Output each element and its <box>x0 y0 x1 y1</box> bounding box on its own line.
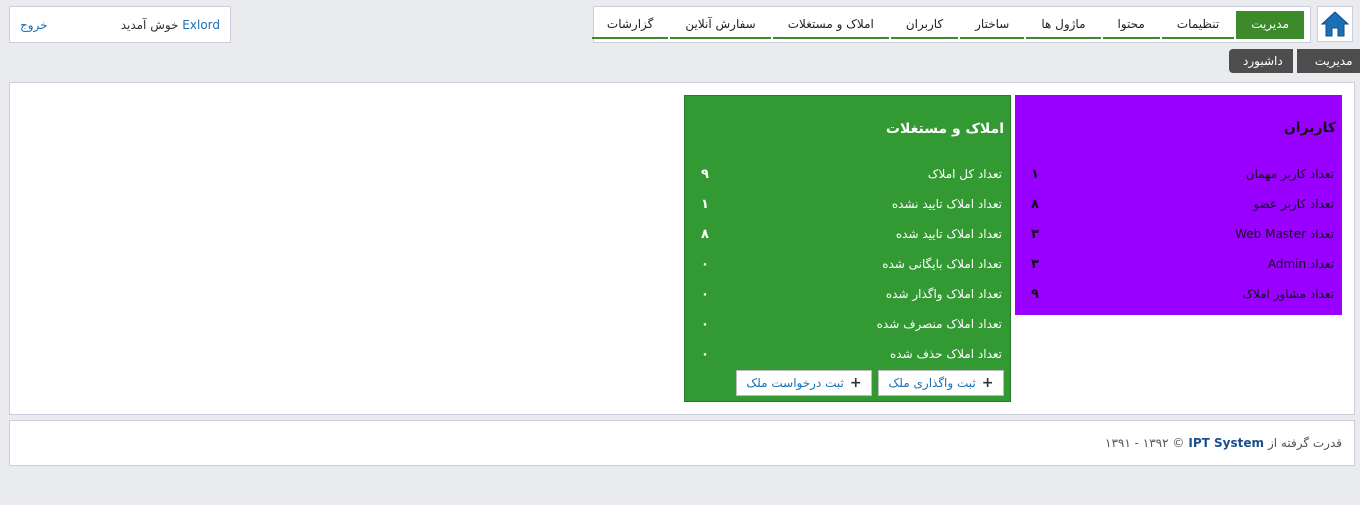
stat-label: تعداد کاربر مهمان <box>1245 167 1334 181</box>
breadcrumb-management[interactable]: مدیریت <box>1284 49 1360 73</box>
users-box-title: کاربران <box>1283 120 1336 136</box>
logout-link[interactable]: خروج <box>20 18 48 32</box>
properties-stat-row: تعداد املاک بایگانی شده ۰ <box>685 254 1002 274</box>
register-request-label: ثبت درخواست ملک <box>746 376 844 390</box>
nav-item-settings[interactable]: تنظیمات <box>1161 11 1235 39</box>
stat-label: تعداد املاک بایگانی شده <box>882 257 1002 271</box>
register-transfer-label: ثبت واگذاری ملک <box>888 376 976 390</box>
footer-copyright: © ۱۳۹۲ - ۱۳۹۱ <box>1105 436 1185 450</box>
properties-stat-row: تعداد املاک واگذار شده ۰ <box>685 284 1002 304</box>
users-stat-row: تعداد Web Master ۳ <box>1015 224 1334 244</box>
stat-value: ۹ <box>1031 286 1039 302</box>
plus-icon: + <box>849 375 862 391</box>
properties-stat-row: تعداد املاک تایید نشده ۱ <box>685 194 1002 214</box>
nav-item-real-estate[interactable]: املاک و مستغلات <box>772 11 889 39</box>
welcome-greeting: خوش آمدید <box>120 17 179 32</box>
properties-box-title: املاک و مستغلات <box>885 121 1004 137</box>
properties-stat-row: تعداد املاک تایید شده ۸ <box>685 224 1002 244</box>
stat-label: تعداد مشاور املاک <box>1242 287 1334 301</box>
nav-item-management[interactable]: مدیریت <box>1236 11 1304 39</box>
stat-value: ۹ <box>701 166 709 182</box>
properties-stat-row: تعداد املاک منصرف شده ۰ <box>685 314 1002 334</box>
username[interactable]: Exlord <box>182 18 220 32</box>
breadcrumb: مدیریت داشبورد <box>1229 49 1360 73</box>
stat-label: تعداد املاک تایید نشده <box>891 197 1002 211</box>
properties-stats-box: املاک و مستغلات تعداد کل املاک ۹ تعداد ا… <box>684 95 1011 402</box>
nav-item-online-order[interactable]: سفارش آنلاین <box>670 11 771 39</box>
stat-label: تعداد کل املاک <box>927 167 1002 181</box>
stat-label: تعداد املاک حذف شده <box>889 347 1002 361</box>
users-stat-row: تعداد Admin ۳ <box>1015 254 1334 274</box>
welcome-box: خروج Exlord خوش آمدید <box>9 6 231 43</box>
register-request-button[interactable]: + ثبت درخواست ملک <box>736 370 872 396</box>
welcome-text: Exlord خوش آمدید <box>121 18 220 32</box>
users-stat-row: تعداد کاربر مهمان ۱ <box>1015 164 1334 184</box>
stat-value: ۱ <box>1031 166 1039 182</box>
properties-stat-row: تعداد کل املاک ۹ <box>685 164 1002 184</box>
stat-value: ۸ <box>701 226 709 242</box>
stat-value: ۸ <box>1031 196 1039 212</box>
stat-value: ۰ <box>701 316 709 332</box>
nav-item-modules[interactable]: ماژول ها <box>1026 11 1101 39</box>
footer-prefix: قدرت گرفته از <box>1267 436 1342 450</box>
stat-label: تعداد املاک واگذار شده <box>885 287 1002 301</box>
properties-stat-row: تعداد املاک حذف شده ۰ <box>685 344 1002 364</box>
nav-item-content[interactable]: محتوا <box>1102 11 1160 39</box>
stat-label: تعداد Web Master <box>1235 227 1334 241</box>
stat-value: ۰ <box>701 256 709 272</box>
footer: قدرت گرفته از IPT System © ۱۳۹۲ - ۱۳۹۱ <box>9 420 1355 466</box>
stat-label: تعداد Admin <box>1267 257 1334 271</box>
main-nav: مدیریت تنظیمات محتوا ماژول ها ساختار کار… <box>591 6 1311 43</box>
stat-value: ۱ <box>701 196 709 212</box>
stat-value: ۳ <box>1031 256 1039 272</box>
nav-item-structure[interactable]: ساختار <box>960 11 1025 39</box>
nav-item-users[interactable]: کاربران <box>890 11 959 39</box>
nav-item-reports[interactable]: گزارشات <box>591 11 669 39</box>
home-button[interactable] <box>1317 6 1353 42</box>
stat-value: ۰ <box>701 346 709 362</box>
stat-label: تعداد املاک منصرف شده <box>876 317 1002 331</box>
register-transfer-button[interactable]: + ثبت واگذاری ملک <box>878 370 1004 396</box>
home-icon <box>1320 11 1350 37</box>
footer-brand-link[interactable]: IPT System <box>1188 436 1264 450</box>
stat-value: ۳ <box>1031 226 1039 242</box>
plus-icon: + <box>981 375 994 391</box>
breadcrumb-dashboard[interactable]: داشبورد <box>1229 49 1293 73</box>
users-stats-box: کاربران تعداد کاربر مهمان ۱ تعداد کاربر … <box>1015 95 1342 315</box>
stat-value: ۰ <box>701 286 709 302</box>
stat-label: تعداد املاک تایید شده <box>895 227 1002 241</box>
users-stat-row: تعداد کاربر عضو ۸ <box>1015 194 1334 214</box>
users-stat-row: تعداد مشاور املاک ۹ <box>1015 284 1334 304</box>
stat-label: تعداد کاربر عضو <box>1253 197 1334 211</box>
